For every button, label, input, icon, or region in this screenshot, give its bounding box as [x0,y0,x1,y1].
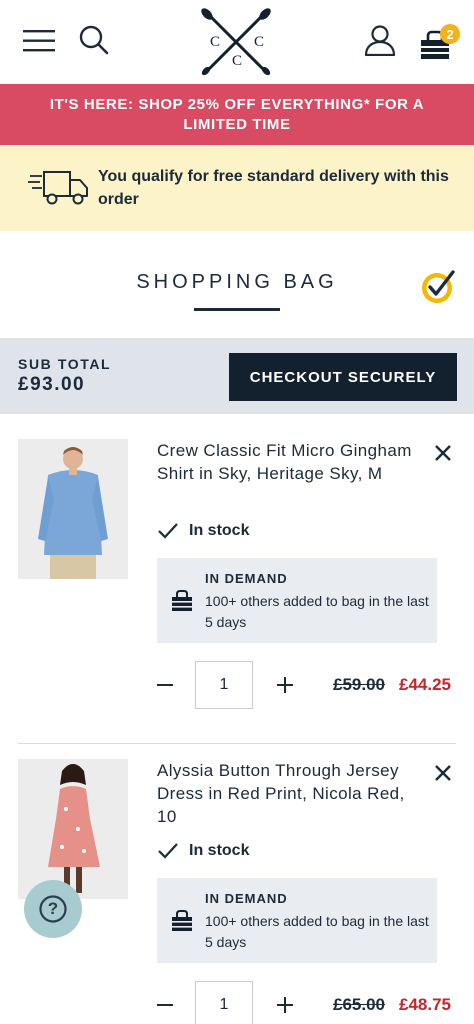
sale-price: £48.75 [399,995,451,1014]
account-button[interactable] [360,20,400,60]
close-icon [435,445,451,461]
page-title-area: SHOPPING BAG [0,231,474,338]
fast-delivery-truck-icon [28,171,88,205]
menu-button[interactable] [20,22,58,60]
help-button[interactable]: ? [24,880,82,938]
decrease-quantity-button[interactable] [152,992,178,1018]
shirt-model-photo [18,439,128,579]
subtotal-value: £93.00 [18,374,86,395]
product-name[interactable]: Alyssia Button Through Jersey Dress in R… [157,759,417,828]
bag-item: Crew Classic Fit Micro Gingham Shirt in … [0,414,474,744]
plus-icon [277,997,293,1013]
checkmark-icon [158,843,178,859]
bag-button[interactable]: 2 [414,20,464,64]
search-button[interactable] [74,20,114,60]
product-name[interactable]: Crew Classic Fit Micro Gingham Shirt in … [157,439,417,485]
logo-letter-right: C [254,34,265,50]
site-header: C C C 2 [0,0,474,84]
subtotal-bar: SUB TOTAL £93.00 CHECKOUT SECURELY [0,338,474,414]
stock-label: In stock [189,522,250,539]
dress-model-photo [18,759,128,899]
title-underline [194,308,280,311]
close-icon [435,765,451,781]
search-icon [79,25,109,55]
minus-icon [157,684,173,686]
product-image[interactable] [18,439,128,579]
increase-quantity-button[interactable] [272,672,298,698]
hamburger-menu-icon [23,30,55,52]
page-title: SHOPPING BAG [136,271,338,293]
stock-status: In stock [157,842,249,860]
product-image[interactable] [18,759,128,899]
norton-check-icon[interactable] [420,269,456,305]
demand-text: 100+ others added to bag in the last 5 d… [205,913,429,950]
plus-icon [277,677,293,693]
remove-item-button[interactable] [430,440,456,466]
remove-item-button[interactable] [430,760,456,786]
subtotal-label: SUB TOTAL [18,356,112,372]
minus-icon [157,1004,173,1006]
bag-item: Alyssia Button Through Jersey Dress in R… [0,734,474,1024]
checkout-button[interactable]: CHECKOUT SECURELY [229,353,457,401]
promo-text: IT'S HERE: SHOP 25% OFF EVERYTHING* FOR … [49,95,425,133]
logo-letter-left: C [210,34,221,50]
quantity-input[interactable] [195,661,253,709]
in-demand-box: IN DEMAND 100+ others added to bag in th… [157,878,437,963]
stock-status: In stock [157,522,249,540]
user-icon [364,25,396,56]
shopping-bag-icon [172,590,192,611]
bag-count-badge: 2 [440,24,460,44]
demand-title: IN DEMAND [205,571,288,586]
quantity-input[interactable] [195,981,253,1024]
checkmark-icon [158,523,178,539]
increase-quantity-button[interactable] [272,992,298,1018]
promo-banner[interactable]: IT'S HERE: SHOP 25% OFF EVERYTHING* FOR … [0,84,474,145]
original-price: £59.00 [333,675,385,694]
shopping-bag-icon [172,910,192,931]
help-label: ? [47,899,59,918]
stock-label: In stock [189,842,250,859]
demand-text: 100+ others added to bag in the last 5 d… [205,593,429,630]
decrease-quantity-button[interactable] [152,672,178,698]
crew-logo[interactable]: C C C [196,8,276,76]
original-price: £65.00 [333,995,385,1014]
delivery-banner: You qualify for free standard delivery w… [0,145,474,231]
sale-price: £44.25 [399,675,451,694]
in-demand-box: IN DEMAND 100+ others added to bag in th… [157,558,437,643]
logo-letter-bottom: C [232,53,243,69]
delivery-message: You qualify for free standard delivery w… [98,168,449,208]
demand-title: IN DEMAND [205,891,288,906]
